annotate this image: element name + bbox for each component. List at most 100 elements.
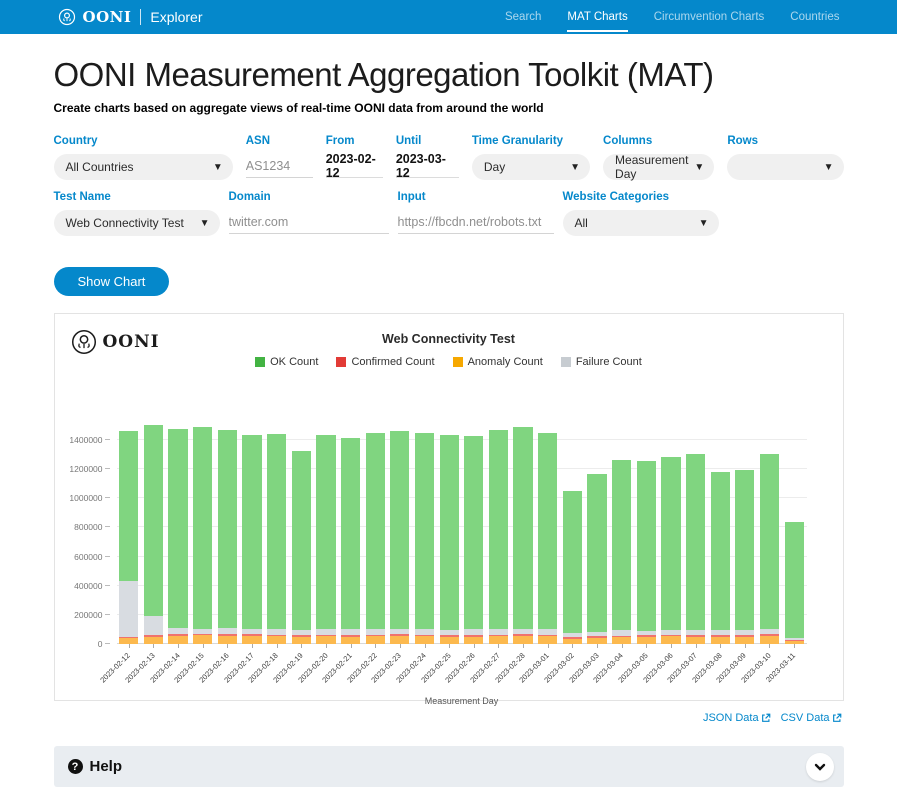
bar-segment[interactable] [513, 427, 532, 628]
bar-2023-02-13[interactable] [144, 425, 163, 644]
bar-segment[interactable] [292, 451, 311, 630]
bar-segment[interactable] [464, 436, 483, 630]
bar-segment[interactable] [464, 637, 483, 644]
bar-segment[interactable] [316, 435, 335, 629]
country-select[interactable]: All Countries ▼ [54, 154, 233, 180]
bar-segment[interactable] [341, 438, 360, 629]
bar-segment[interactable] [661, 636, 680, 644]
bar-segment[interactable] [292, 637, 311, 644]
bar-segment[interactable] [538, 636, 557, 644]
bar-segment[interactable] [785, 522, 804, 637]
bar-segment[interactable] [637, 461, 656, 630]
bar-segment[interactable] [637, 637, 656, 644]
bar-2023-02-25[interactable] [440, 435, 459, 644]
from-date-field[interactable]: 2023-02-12 [326, 154, 383, 178]
nav-countries[interactable]: Countries [790, 2, 839, 32]
bar-2023-03-03[interactable] [587, 474, 606, 644]
bar-segment[interactable] [686, 454, 705, 630]
bar-segment[interactable] [390, 431, 409, 629]
bar-segment[interactable] [440, 637, 459, 644]
bar-segment[interactable] [390, 636, 409, 644]
bar-segment[interactable] [686, 637, 705, 644]
bar-segment[interactable] [415, 433, 434, 630]
input-input[interactable] [398, 210, 554, 234]
bar-2023-03-09[interactable] [735, 470, 754, 644]
csv-data-link[interactable]: CSV Data [781, 712, 842, 724]
bar-segment[interactable] [661, 457, 680, 629]
bar-segment[interactable] [168, 429, 187, 628]
bar-2023-02-26[interactable] [464, 436, 483, 644]
bar-segment[interactable] [489, 430, 508, 629]
json-data-link[interactable]: JSON Data [703, 712, 771, 724]
bar-2023-03-07[interactable] [686, 454, 705, 644]
bar-segment[interactable] [366, 636, 385, 644]
bar-2023-02-19[interactable] [292, 451, 311, 644]
bar-2023-02-23[interactable] [390, 431, 409, 644]
bar-segment[interactable] [193, 427, 212, 629]
bar-2023-02-16[interactable] [218, 430, 237, 644]
show-chart-button[interactable]: Show Chart [54, 267, 170, 296]
bar-segment[interactable] [144, 616, 163, 635]
bar-2023-02-18[interactable] [267, 434, 286, 644]
bar-segment[interactable] [538, 433, 557, 629]
bar-2023-02-21[interactable] [341, 438, 360, 644]
bar-segment[interactable] [563, 491, 582, 633]
test-name-select[interactable]: Web Connectivity Test ▼ [54, 210, 220, 236]
bar-segment[interactable] [587, 474, 606, 632]
bar-2023-03-06[interactable] [661, 457, 680, 644]
bar-segment[interactable] [735, 637, 754, 644]
bar-2023-03-11[interactable] [785, 522, 804, 644]
bar-segment[interactable] [218, 430, 237, 628]
until-date-field[interactable]: 2023-03-12 [396, 154, 459, 178]
bar-segment[interactable] [144, 425, 163, 616]
bar-segment[interactable] [267, 636, 286, 644]
bar-segment[interactable] [735, 470, 754, 629]
bar-2023-03-05[interactable] [637, 461, 656, 644]
website-categories-select[interactable]: All ▼ [563, 210, 719, 236]
nav-search[interactable]: Search [505, 2, 541, 32]
bar-2023-02-17[interactable] [242, 435, 261, 644]
bar-2023-03-04[interactable] [612, 460, 631, 644]
nav-mat-charts[interactable]: MAT Charts [567, 2, 627, 32]
bar-segment[interactable] [242, 636, 261, 644]
bar-2023-02-20[interactable] [316, 435, 335, 644]
bar-segment[interactable] [218, 636, 237, 645]
bar-segment[interactable] [144, 637, 163, 644]
bar-segment[interactable] [341, 637, 360, 644]
bar-2023-02-14[interactable] [168, 429, 187, 644]
bar-segment[interactable] [612, 460, 631, 630]
bar-2023-02-22[interactable] [366, 433, 385, 644]
time-granularity-select[interactable]: Day ▼ [472, 154, 590, 180]
help-expand-button[interactable] [806, 753, 834, 781]
bar-2023-02-27[interactable] [489, 430, 508, 644]
bar-segment[interactable] [119, 581, 138, 636]
bar-segment[interactable] [760, 454, 779, 628]
bar-segment[interactable] [415, 636, 434, 644]
bar-segment[interactable] [242, 435, 261, 630]
ooni-explorer-logo[interactable]: OONI Explorer [58, 8, 203, 26]
bar-2023-02-12[interactable] [119, 431, 138, 644]
bar-segment[interactable] [612, 637, 631, 644]
bar-segment[interactable] [316, 636, 335, 644]
bar-segment[interactable] [711, 637, 730, 644]
bar-2023-02-24[interactable] [415, 433, 434, 644]
bar-segment[interactable] [119, 431, 138, 581]
bar-2023-03-01[interactable] [538, 433, 557, 644]
bar-segment[interactable] [267, 434, 286, 629]
bar-2023-03-08[interactable] [711, 472, 730, 644]
bar-segment[interactable] [489, 636, 508, 644]
bar-segment[interactable] [513, 636, 532, 644]
asn-input[interactable] [246, 154, 313, 178]
bar-2023-03-02[interactable] [563, 491, 582, 644]
bar-2023-02-28[interactable] [513, 427, 532, 644]
bar-segment[interactable] [440, 435, 459, 630]
columns-select[interactable]: Measurement Day ▼ [603, 154, 714, 180]
bar-2023-02-15[interactable] [193, 427, 212, 644]
domain-input[interactable] [229, 210, 389, 234]
nav-circumvention-charts[interactable]: Circumvention Charts [654, 2, 765, 32]
bar-segment[interactable] [193, 635, 212, 644]
bar-segment[interactable] [760, 636, 779, 644]
bar-segment[interactable] [168, 636, 187, 645]
rows-select[interactable]: ▼ [727, 154, 843, 180]
bar-segment[interactable] [366, 433, 385, 629]
